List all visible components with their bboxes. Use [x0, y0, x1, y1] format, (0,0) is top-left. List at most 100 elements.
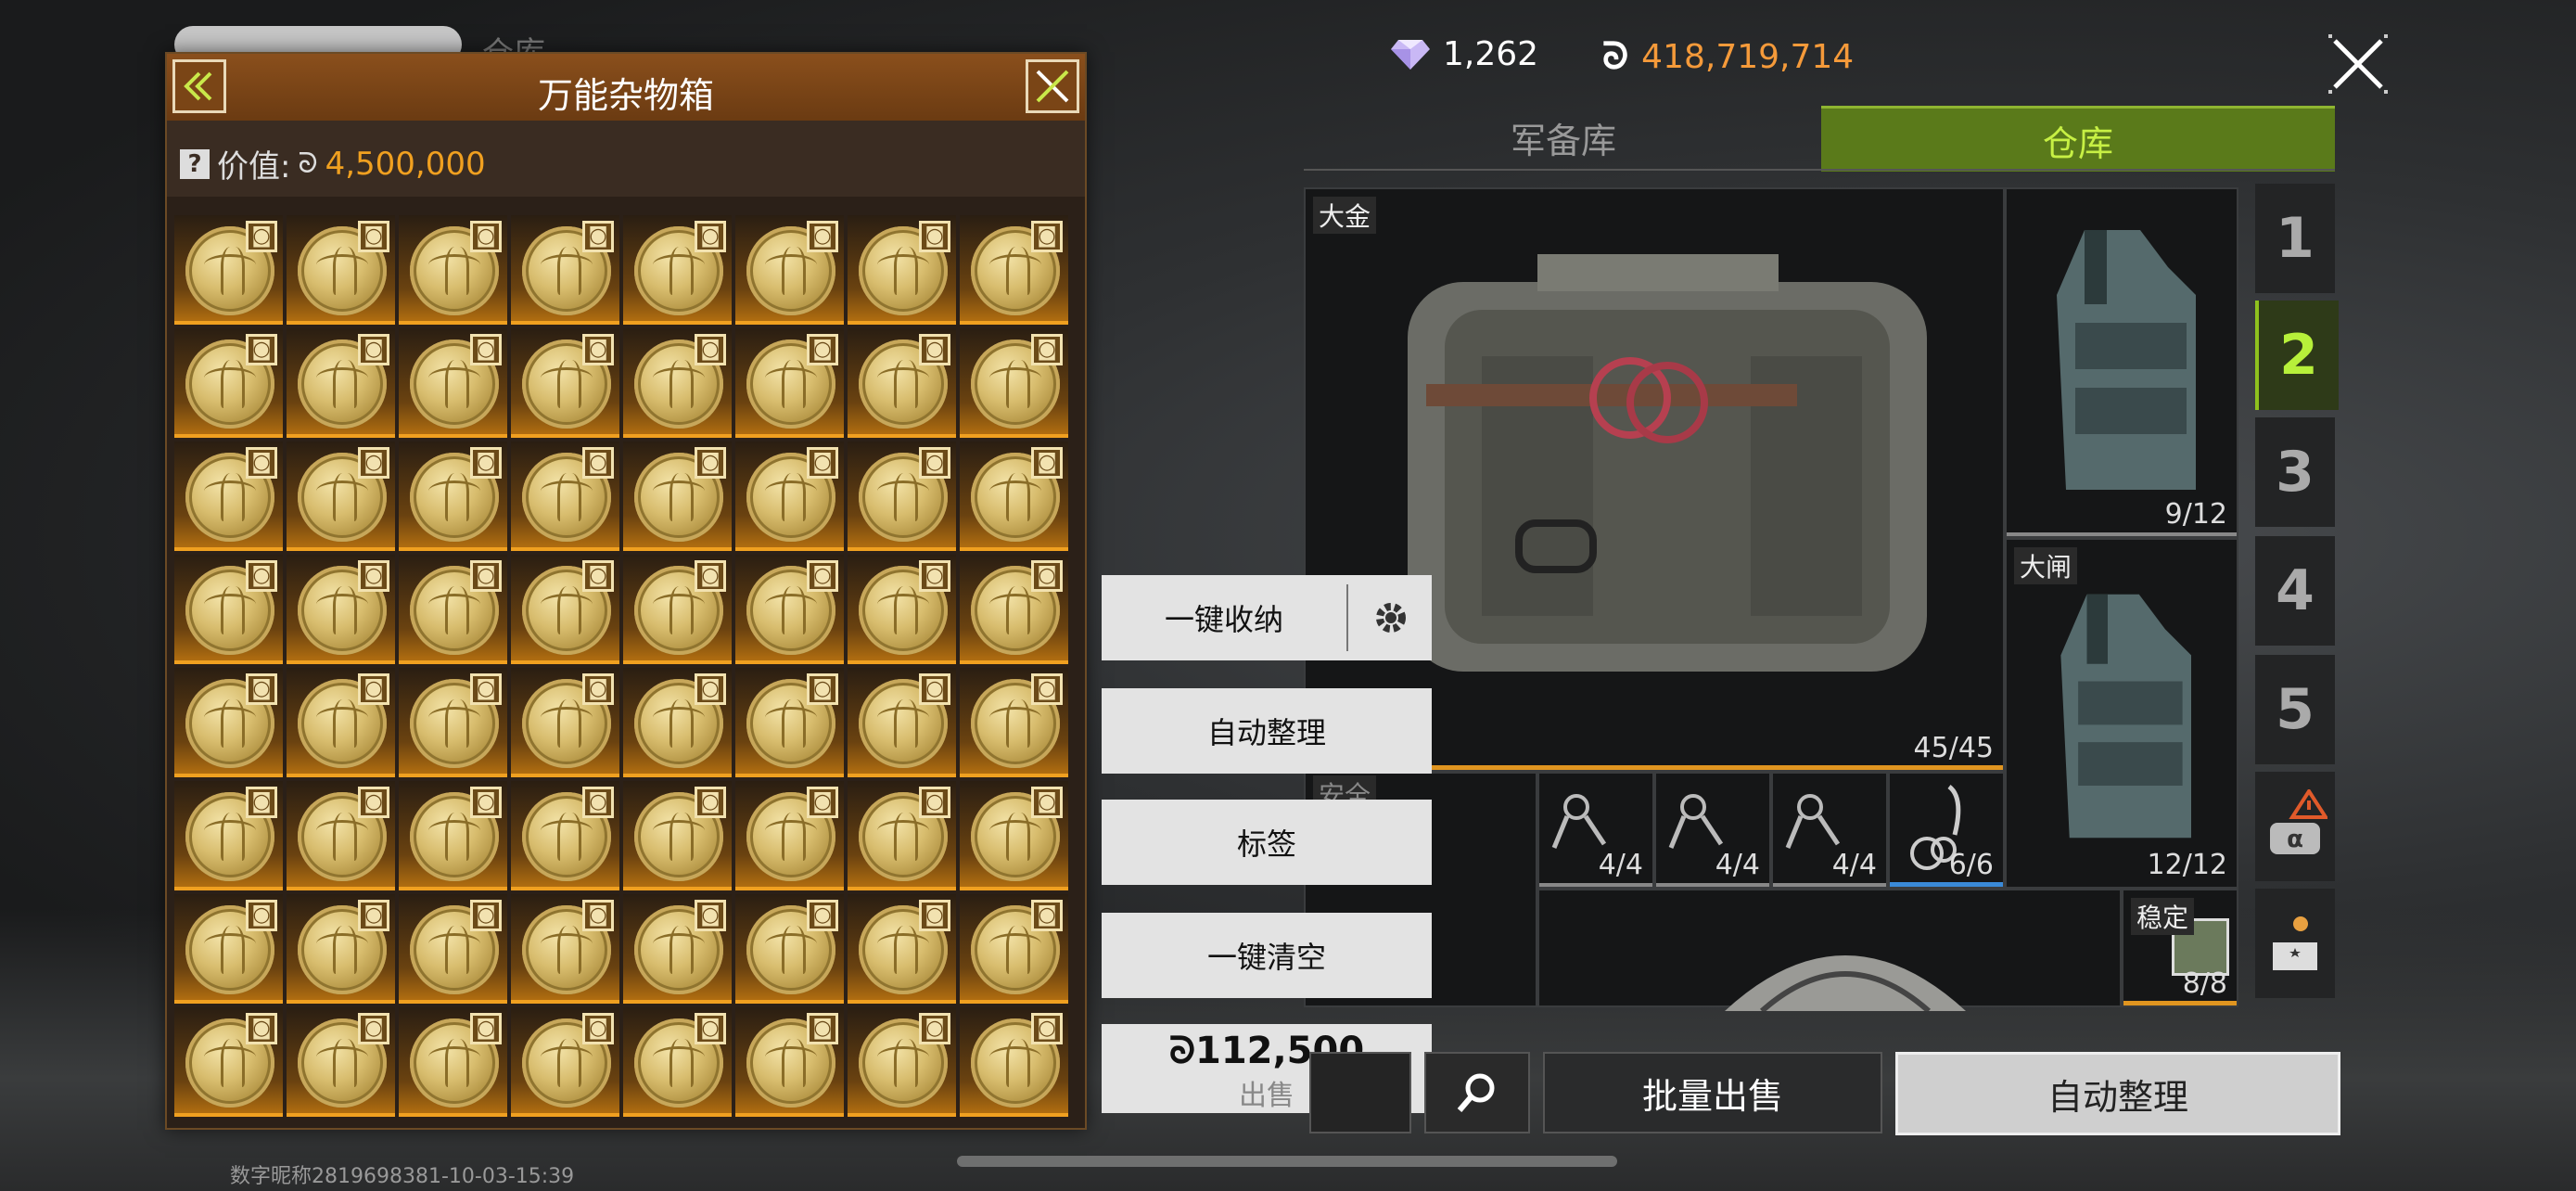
item-cell[interactable]: ◙ [174, 555, 283, 664]
item-cell[interactable]: ◙ [848, 894, 956, 1004]
item-cell[interactable]: ◙ [960, 781, 1068, 890]
item-cell[interactable]: ◙ [848, 215, 956, 325]
item-cell[interactable]: ◙ [399, 215, 507, 325]
keyring-slot[interactable]: 6/6 [1888, 772, 2005, 889]
item-cell[interactable]: ◙ [399, 442, 507, 551]
item-cell[interactable]: ◙ [735, 668, 844, 777]
item-cell[interactable]: ◙ [287, 328, 395, 438]
item-cell[interactable]: ◙ [623, 215, 732, 325]
item-cell[interactable]: ◙ [848, 781, 956, 890]
tab-storage[interactable]: 仓库 [1821, 106, 2335, 172]
lock-badge-icon: ◙ [695, 447, 726, 479]
item-cell[interactable]: ◙ [960, 894, 1068, 1004]
page-4[interactable]: 4 [2255, 536, 2335, 646]
gear-slot[interactable] [1537, 889, 2122, 1011]
item-cell[interactable]: ◙ [623, 1007, 732, 1117]
item-cell[interactable]: ◙ [623, 894, 732, 1004]
item-cell[interactable]: ◙ [735, 328, 844, 438]
trade-page[interactable] [2255, 889, 2335, 998]
item-cell[interactable]: ◙ [174, 442, 283, 551]
item-cell[interactable]: ◙ [735, 555, 844, 664]
item-cell[interactable]: ◙ [960, 328, 1068, 438]
filter-button[interactable] [1309, 1052, 1411, 1133]
svg-text:α: α [2287, 826, 2303, 853]
close-panel-button[interactable] [1026, 59, 1079, 113]
vest-slot-1[interactable]: 9/12 [2005, 187, 2238, 538]
help-icon[interactable]: ? [180, 148, 210, 179]
alpha-page[interactable]: α [2255, 772, 2335, 881]
item-cell[interactable]: ◙ [287, 894, 395, 1004]
auto-sort-button[interactable]: 自动整理 [1895, 1052, 2340, 1135]
item-cell[interactable]: ◙ [174, 894, 283, 1004]
key-slot-3[interactable]: 4/4 [1771, 772, 1888, 889]
item-cell[interactable]: ◙ [399, 555, 507, 664]
item-cell[interactable]: ◙ [399, 1007, 507, 1117]
search-button[interactable] [1424, 1052, 1530, 1133]
page-5[interactable]: 5 [2255, 655, 2335, 764]
batch-sell-button[interactable]: 批量出售 [1543, 1052, 1882, 1133]
item-cell[interactable]: ◙ [735, 215, 844, 325]
item-cell[interactable]: ◙ [399, 668, 507, 777]
item-cell[interactable]: ◙ [287, 781, 395, 890]
item-cell[interactable]: ◙ [960, 215, 1068, 325]
item-cell[interactable]: ◙ [511, 1007, 619, 1117]
vest-slot-2[interactable]: 大闸 12/12 [2005, 538, 2238, 889]
quick-store-button[interactable]: 一键收纳 [1102, 575, 1432, 660]
page-3[interactable]: 3 [2255, 417, 2335, 527]
vest-1-count: 9/12 [2164, 498, 2227, 531]
item-cell[interactable]: ◙ [511, 442, 619, 551]
key-slot-2[interactable]: 4/4 [1654, 772, 1771, 889]
item-cell[interactable]: ◙ [623, 781, 732, 890]
item-cell[interactable]: ◙ [511, 328, 619, 438]
label-button[interactable]: 标签 [1102, 800, 1432, 885]
item-cell[interactable]: ◙ [174, 328, 283, 438]
lock-badge-icon: ◙ [358, 221, 389, 252]
item-cell[interactable]: ◙ [287, 555, 395, 664]
item-cell[interactable]: ◙ [287, 668, 395, 777]
item-cell[interactable]: ◙ [960, 442, 1068, 551]
clear-all-button[interactable]: 一键清空 [1102, 913, 1432, 998]
helmet-slot[interactable]: 稳定 8/8 [2122, 889, 2238, 1007]
item-cell[interactable]: ◙ [174, 1007, 283, 1117]
item-cell[interactable]: ◙ [623, 442, 732, 551]
tab-armory[interactable]: 军备库 [1304, 106, 1823, 169]
item-cell[interactable]: ◙ [735, 781, 844, 890]
page-1[interactable]: 1 [2255, 184, 2335, 293]
item-cell[interactable]: ◙ [174, 215, 283, 325]
item-cell[interactable]: ◙ [623, 328, 732, 438]
panel-header: 万能杂物箱 [167, 54, 1085, 121]
item-cell[interactable]: ◙ [623, 555, 732, 664]
close-icon[interactable] [2327, 33, 2389, 95]
item-cell[interactable]: ◙ [287, 215, 395, 325]
lock-badge-icon: ◙ [246, 673, 277, 705]
item-cell[interactable]: ◙ [511, 555, 619, 664]
item-cell[interactable]: ◙ [735, 894, 844, 1004]
item-cell[interactable]: ◙ [399, 328, 507, 438]
item-cell[interactable]: ◙ [735, 442, 844, 551]
item-cell[interactable]: ◙ [399, 894, 507, 1004]
item-cell[interactable]: ◙ [735, 1007, 844, 1117]
item-cell[interactable]: ◙ [511, 668, 619, 777]
key-slot-1[interactable]: 4/4 [1537, 772, 1654, 889]
item-cell[interactable]: ◙ [511, 894, 619, 1004]
item-cell[interactable]: ◙ [960, 668, 1068, 777]
item-cell[interactable]: ◙ [174, 781, 283, 890]
item-cell[interactable]: ◙ [399, 781, 507, 890]
page-2[interactable]: 2 [2255, 301, 2339, 410]
item-cell[interactable]: ◙ [287, 442, 395, 551]
backpack-slot[interactable]: 大金 45/45 [1304, 187, 2005, 772]
gear-icon[interactable] [1371, 597, 1411, 638]
item-cell[interactable]: ◙ [848, 668, 956, 777]
item-cell[interactable]: ◙ [960, 1007, 1068, 1117]
item-cell[interactable]: ◙ [287, 1007, 395, 1117]
auto-sort-menu-button[interactable]: 自动整理 [1102, 688, 1432, 774]
item-cell[interactable]: ◙ [848, 1007, 956, 1117]
item-cell[interactable]: ◙ [848, 442, 956, 551]
item-cell[interactable]: ◙ [623, 668, 732, 777]
item-cell[interactable]: ◙ [511, 781, 619, 890]
item-cell[interactable]: ◙ [174, 668, 283, 777]
item-cell[interactable]: ◙ [960, 555, 1068, 664]
item-cell[interactable]: ◙ [848, 555, 956, 664]
item-cell[interactable]: ◙ [511, 215, 619, 325]
item-cell[interactable]: ◙ [848, 328, 956, 438]
